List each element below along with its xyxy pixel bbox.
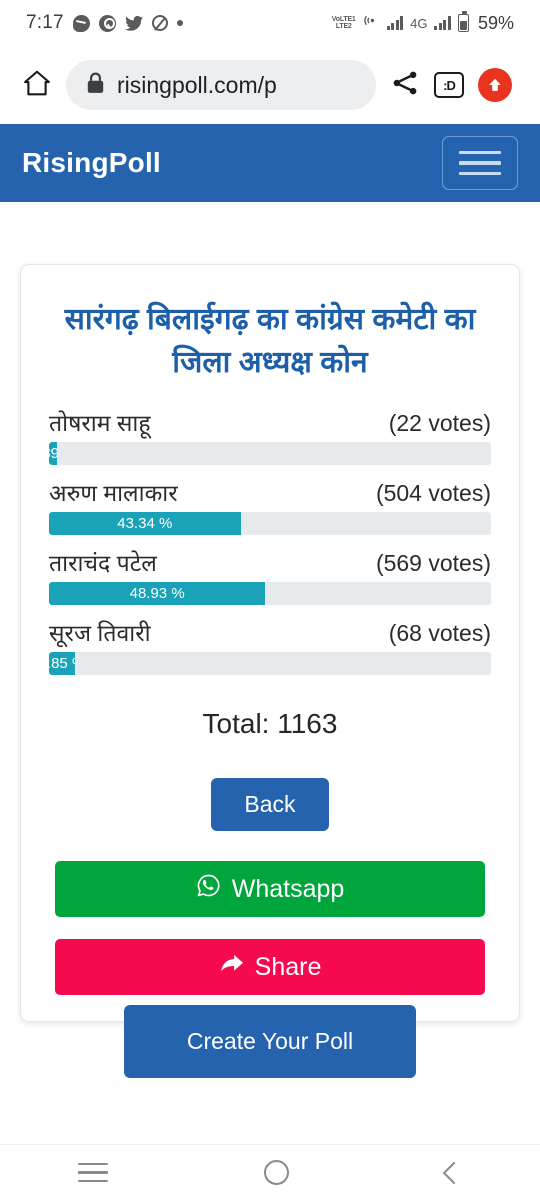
- poll-option-header: तोषराम साहू (22 votes): [49, 406, 491, 442]
- url-bar[interactable]: risingpoll.com/p: [66, 60, 376, 110]
- poll-title: सारंगढ़ बिलाईगढ़ का कांग्रेस कमेटी का जि…: [64, 303, 476, 379]
- browser-toolbar: risingpoll.com/p :D: [0, 46, 540, 124]
- home-circle-icon[interactable]: [264, 1160, 290, 1185]
- poll-option-progress: 48.93 %: [49, 582, 491, 606]
- create-poll-row: Create Your Poll: [0, 1005, 540, 1078]
- messenger-icon: [72, 14, 90, 32]
- share-buttons: Whatsapp Share: [45, 849, 495, 996]
- status-bar-right: VoLTE1 LTE2 4G 59%: [332, 11, 514, 34]
- signal-bars-icon-1: [386, 16, 404, 30]
- poll-option-progress-fill: 1.89 %: [49, 442, 58, 466]
- poll-option-name: अरुण मालाकार: [49, 480, 178, 507]
- page-content: सारंगढ़ बिलाईगढ़ का कांग्रेस कमेटी का जि…: [0, 202, 540, 1200]
- share-arrow-icon: [219, 953, 244, 982]
- back-button[interactable]: Back: [211, 778, 329, 832]
- menu-line: [459, 150, 501, 155]
- poll-total: Total: 1163: [202, 708, 338, 740]
- menu-line: [459, 161, 501, 165]
- share-button-label: Share: [254, 952, 322, 981]
- poll-option-progress-fill: 48.93 %: [49, 582, 266, 606]
- reddit-upvote-icon[interactable]: [478, 68, 512, 102]
- status-bar-clock: 7:17: [26, 12, 64, 33]
- poll-option-votes: (569 votes): [375, 550, 491, 577]
- poll-option-name: ताराचंद पटेल: [49, 550, 157, 577]
- lock-icon: [86, 72, 105, 99]
- volte-line-2: LTE2: [335, 23, 352, 30]
- desktop-mode-icon[interactable]: :D: [434, 72, 464, 98]
- poll-option-name: तोषराम साहू: [49, 410, 151, 437]
- poll-option-header: सूरज तिवारी (68 votes): [49, 616, 491, 652]
- poll-option-header: अरुण मालाकार (504 votes): [49, 476, 491, 512]
- whatsapp-icon: [196, 873, 221, 905]
- back-chevron-icon[interactable]: [442, 1161, 466, 1184]
- poll-option: ताराचंद पटेल (569 votes) 48.93 %: [45, 546, 495, 606]
- slash-circle-icon: [151, 15, 168, 31]
- menu-line: [459, 171, 501, 176]
- battery-icon: [457, 11, 469, 32]
- quora-icon: [98, 14, 116, 32]
- poll-option-name: सूरज तिवारी: [49, 620, 151, 647]
- back-button-row: Back: [45, 746, 495, 849]
- phone-screen: 7:17 VoLTE1 LTE2 4G 59% risingpoll.com/p…: [0, 0, 540, 1200]
- recents-line: [78, 1162, 109, 1166]
- poll-option-progress: 5.85 %: [49, 652, 491, 676]
- poll-option-votes: (22 votes): [388, 410, 491, 437]
- share-icon[interactable]: [390, 68, 420, 103]
- poll-option-votes: (504 votes): [375, 480, 491, 507]
- android-navigation-bar: [0, 1144, 540, 1200]
- battery-percent-label: 59%: [477, 12, 514, 33]
- poll-option: तोषराम साहू (22 votes) 1.89 %: [45, 406, 495, 466]
- create-poll-button[interactable]: Create Your Poll: [124, 1005, 416, 1078]
- network-type-label: 4G: [410, 15, 428, 31]
- volte-icon: VoLTE1 LTE2: [332, 16, 356, 31]
- poll-option-progress: 1.89 %: [49, 442, 491, 466]
- dot-icon: [176, 20, 183, 26]
- site-header: RisingPoll: [0, 124, 540, 202]
- home-icon[interactable]: [22, 68, 52, 103]
- share-button[interactable]: Share: [55, 939, 485, 996]
- poll-option-progress-fill: 5.85 %: [49, 652, 75, 676]
- poll-option-votes: (68 votes): [388, 620, 491, 647]
- poll-option-progress-fill: 43.34 %: [49, 512, 241, 536]
- poll-option-progress: 43.34 %: [49, 512, 491, 536]
- status-bar-left: 7:17: [26, 12, 332, 34]
- poll-option: सूरज तिवारी (68 votes) 5.85 %: [45, 616, 495, 676]
- signal-bars-icon-2: [434, 16, 451, 30]
- twitter-icon: [124, 15, 143, 31]
- poll-card: सारंगढ़ बिलाईगढ़ का कांग्रेस कमेटी का जि…: [20, 264, 520, 1023]
- recents-line: [78, 1171, 109, 1174]
- whatsapp-share-label: Whatsapp: [231, 874, 345, 903]
- volte-line-1: VoLTE1: [331, 15, 356, 23]
- site-brand[interactable]: RisingPoll: [22, 147, 161, 179]
- poll-option: अरुण मालाकार (504 votes) 43.34 %: [45, 476, 495, 536]
- hotspot-icon: [363, 13, 380, 33]
- whatsapp-share-button[interactable]: Whatsapp: [55, 861, 485, 918]
- recents-line: [78, 1179, 109, 1183]
- recents-icon[interactable]: [78, 1162, 109, 1183]
- hamburger-menu-icon[interactable]: [442, 136, 518, 190]
- url-text: risingpoll.com/p: [117, 71, 277, 98]
- status-bar: 7:17 VoLTE1 LTE2 4G 59%: [0, 0, 540, 46]
- poll-option-header: ताराचंद पटेल (569 votes): [49, 546, 491, 582]
